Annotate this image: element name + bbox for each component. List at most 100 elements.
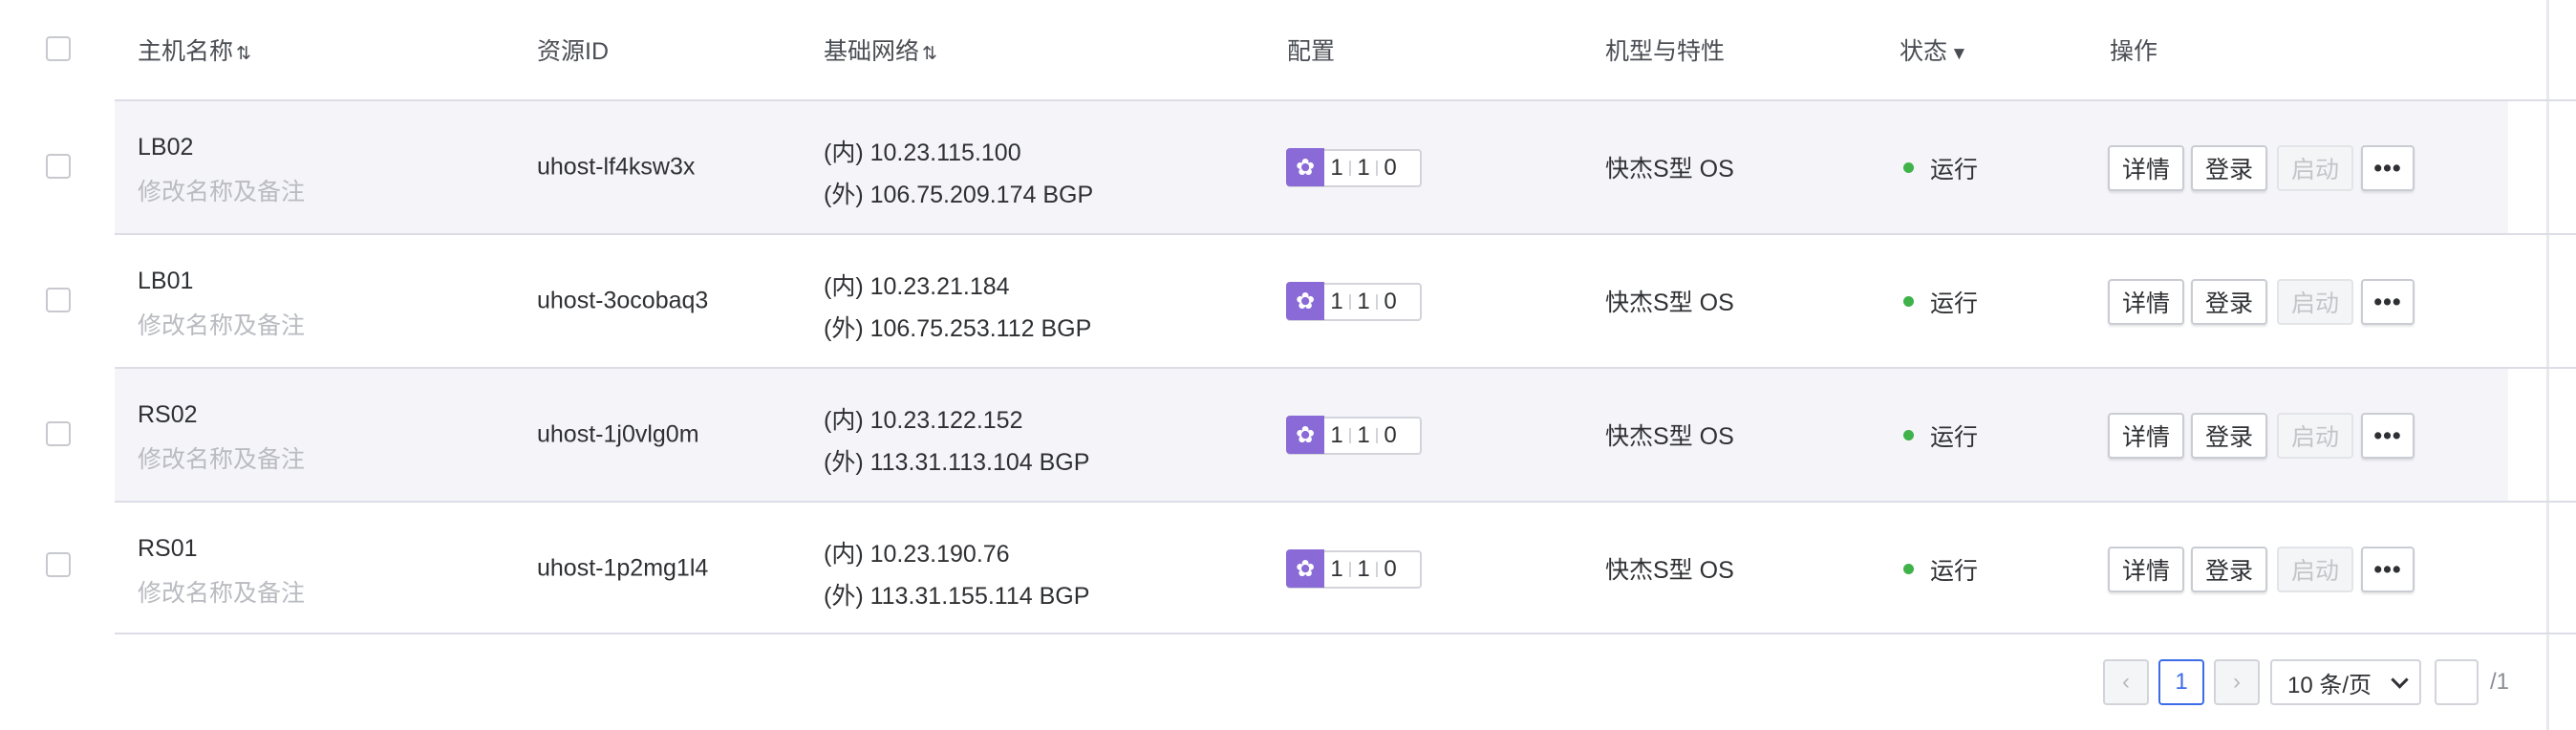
chevron-right-icon: › (2233, 669, 2241, 695)
more-icon[interactable]: ••• (2361, 413, 2415, 459)
config-gpu: 0 (1384, 422, 1397, 448)
config-cpu: 1 (1330, 422, 1343, 448)
next-page-button[interactable]: › (2214, 659, 2260, 705)
status-dot (1903, 162, 1914, 173)
inner-ip: (内) 10.23.122.152 (824, 407, 1023, 434)
config-gpu: 0 (1384, 155, 1397, 181)
status-text: 运行 (1930, 424, 1979, 451)
config-cpu: 1 (1330, 289, 1343, 314)
column-header-resource-id: 资源ID (537, 38, 610, 65)
detail-button[interactable]: 详情 (2108, 547, 2184, 592)
column-header-machine: 机型与特性 (1605, 38, 1726, 65)
start-button[interactable]: 启动 (2277, 279, 2353, 325)
outer-ip: (外) 106.75.253.112 BGP (824, 315, 1092, 342)
machine-type: 快杰S型 OS (1605, 557, 1734, 584)
login-button[interactable]: 登录 (2191, 145, 2267, 191)
config-badge: ✿ 1 1 0 (1286, 549, 1422, 589)
config-cpu: 1 (1330, 556, 1343, 582)
detail-button[interactable]: 详情 (2108, 145, 2184, 191)
resource-id: uhost-3ocobaq3 (537, 287, 709, 314)
machine-type: 快杰S型 OS (1605, 290, 1734, 316)
table-header: 主机名称 ⇅ 资源ID 基础网络 ⇅ 配置 机型与特性 状态 ▼ 操作 (0, 0, 2508, 99)
more-icon[interactable]: ••• (2361, 279, 2415, 325)
config-memory: 1 (1357, 422, 1370, 448)
column-header-network[interactable]: 基础网络 ⇅ (824, 32, 937, 67)
page-jump-input[interactable] (2435, 659, 2479, 705)
row-checkbox[interactable] (46, 421, 71, 446)
config-badge: ✿ 1 1 0 (1286, 416, 1422, 455)
page-number-button[interactable]: 1 (2158, 659, 2204, 705)
sort-icon[interactable]: ⇅ (922, 44, 937, 64)
login-button[interactable]: 登录 (2191, 413, 2267, 459)
right-scroll-rail (2546, 0, 2549, 730)
config-gpu: 0 (1384, 289, 1397, 314)
sort-icon[interactable]: ⇅ (236, 44, 251, 64)
status-dot (1903, 564, 1914, 574)
row-checkbox[interactable] (46, 154, 71, 179)
page-size-select[interactable]: 10 条/页 (2270, 659, 2421, 705)
more-icon[interactable]: ••• (2361, 145, 2415, 191)
table-row: RS01 修改名称及备注 uhost-1p2mg1l4 (内) 10.23.19… (0, 503, 2508, 634)
outer-ip: (外) 106.75.209.174 BGP (824, 182, 1094, 208)
column-header-name[interactable]: 主机名称 ⇅ (138, 32, 251, 67)
resource-id: uhost-1j0vlg0m (537, 420, 699, 448)
outer-ip: (外) 113.31.113.104 BGP (824, 449, 1090, 476)
column-header-status[interactable]: 状态 ▼ (1900, 32, 1968, 67)
table-row: LB01 修改名称及备注 uhost-3ocobaq3 (内) 10.23.21… (0, 235, 2508, 367)
status-text: 运行 (1930, 157, 1979, 183)
machine-type: 快杰S型 OS (1605, 156, 1734, 182)
edit-remark-link[interactable]: 修改名称及备注 (138, 440, 305, 475)
start-button[interactable]: 启动 (2277, 145, 2353, 191)
config-gpu: 0 (1384, 556, 1397, 582)
page-size-label: 10 条/页 (2287, 672, 2372, 698)
config-memory: 1 (1357, 289, 1370, 314)
resource-id: uhost-lf4ksw3x (537, 153, 696, 181)
host-name[interactable]: LB01 (138, 268, 193, 295)
select-all-checkbox[interactable] (46, 36, 71, 61)
row-checkbox[interactable] (46, 288, 71, 312)
inner-ip: (内) 10.23.115.100 (824, 140, 1021, 166)
filter-icon[interactable]: ▼ (1950, 44, 1968, 64)
chevron-down-icon (2391, 670, 2409, 689)
edit-remark-link[interactable]: 修改名称及备注 (138, 173, 305, 207)
page-total: /1 (2490, 669, 2510, 695)
config-memory: 1 (1357, 155, 1370, 181)
config-cpu: 1 (1330, 155, 1343, 181)
gear-icon: ✿ (1286, 148, 1324, 186)
status-text: 运行 (1930, 558, 1979, 585)
host-name[interactable]: LB02 (138, 134, 193, 161)
row-checkbox[interactable] (46, 552, 71, 577)
machine-type: 快杰S型 OS (1605, 423, 1734, 450)
resource-id: uhost-1p2mg1l4 (537, 554, 709, 582)
prev-page-button[interactable]: ‹ (2103, 659, 2149, 705)
login-button[interactable]: 登录 (2191, 547, 2267, 592)
detail-button[interactable]: 详情 (2108, 413, 2184, 459)
host-name[interactable]: RS02 (138, 401, 198, 429)
edit-remark-link[interactable]: 修改名称及备注 (138, 307, 305, 341)
row-divider (115, 633, 2576, 634)
status-dot (1903, 296, 1914, 307)
start-button[interactable]: 启动 (2277, 413, 2353, 459)
status-dot (1903, 430, 1914, 440)
host-name[interactable]: RS01 (138, 535, 198, 563)
status-text: 运行 (1930, 290, 1979, 317)
edit-remark-link[interactable]: 修改名称及备注 (138, 574, 305, 609)
table-row: LB02 修改名称及备注 uhost-lf4ksw3x (内) 10.23.11… (0, 101, 2508, 233)
gear-icon: ✿ (1286, 282, 1324, 320)
detail-button[interactable]: 详情 (2108, 279, 2184, 325)
gear-icon: ✿ (1286, 416, 1324, 454)
gear-icon: ✿ (1286, 549, 1324, 588)
config-memory: 1 (1357, 556, 1370, 582)
outer-ip: (外) 113.31.155.114 BGP (824, 583, 1090, 610)
column-header-config: 配置 (1287, 38, 1336, 65)
config-badge: ✿ 1 1 0 (1286, 282, 1422, 321)
inner-ip: (内) 10.23.190.76 (824, 541, 1010, 568)
start-button[interactable]: 启动 (2277, 547, 2353, 592)
inner-ip: (内) 10.23.21.184 (824, 273, 1010, 300)
column-header-actions: 操作 (2110, 38, 2158, 65)
config-badge: ✿ 1 1 0 (1286, 148, 1422, 187)
more-icon[interactable]: ••• (2361, 547, 2415, 592)
chevron-left-icon: ‹ (2122, 669, 2130, 695)
login-button[interactable]: 登录 (2191, 279, 2267, 325)
table-row: RS02 修改名称及备注 uhost-1j0vlg0m (内) 10.23.12… (0, 369, 2508, 501)
